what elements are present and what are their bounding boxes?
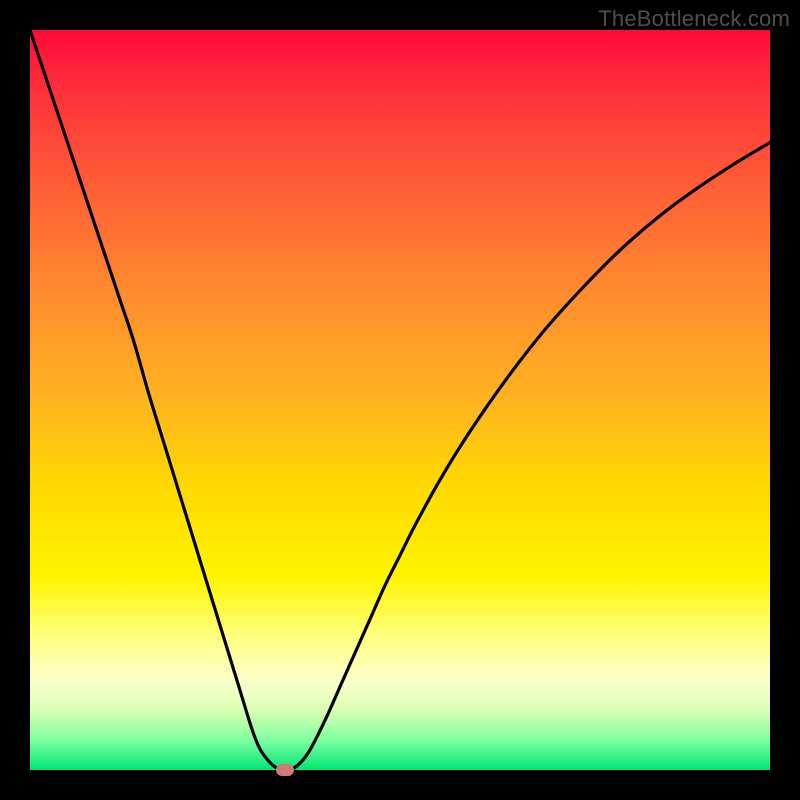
plot-area	[30, 30, 770, 770]
bottleneck-curve	[30, 30, 770, 770]
optimal-point-marker	[276, 764, 294, 776]
chart-frame: TheBottleneck.com	[0, 0, 800, 800]
watermark-text: TheBottleneck.com	[598, 6, 790, 32]
